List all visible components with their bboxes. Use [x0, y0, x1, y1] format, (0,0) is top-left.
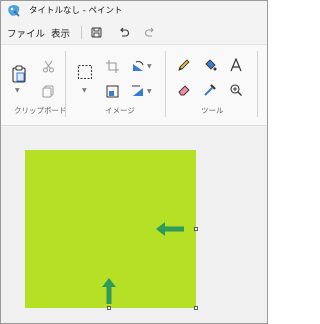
canvas-resize-handle-bottom[interactable] — [107, 306, 111, 310]
flip-dropdown-chevron-icon[interactable]: ▼ — [147, 88, 152, 95]
group-label-image: イメージ — [105, 106, 135, 115]
up-arrow-icon — [102, 278, 116, 304]
group-label-clipboard: クリップボード — [14, 106, 67, 115]
magnifier-icon[interactable] — [227, 81, 245, 99]
menu-separator — [81, 26, 82, 39]
canvas-resize-handle-corner[interactable] — [194, 306, 198, 310]
select-dropdown-chevron-icon[interactable]: ▼ — [82, 87, 87, 94]
group-separator — [165, 51, 166, 117]
left-arrow-icon — [156, 222, 184, 236]
select-icon[interactable] — [75, 62, 95, 82]
save-icon[interactable] — [86, 23, 106, 41]
redo-icon[interactable] — [140, 23, 160, 41]
menu-bar: ファイル 表示 — [1, 20, 267, 44]
text-icon[interactable] — [227, 56, 245, 74]
rotate-dropdown-chevron-icon[interactable]: ▼ — [147, 63, 152, 70]
title-bar: タイトルなし - ペイント — [1, 1, 267, 20]
paste-dropdown-chevron-icon[interactable]: ▼ — [15, 87, 20, 94]
paint-window: タイトルなし - ペイント ファイル 表示 ▼ クリップボード ▼ ▼ ▼ イメ… — [0, 0, 268, 324]
crop-icon[interactable] — [103, 57, 121, 75]
canvas-workspace — [1, 127, 267, 323]
pencil-icon[interactable] — [175, 56, 193, 74]
ribbon: ▼ クリップボード ▼ ▼ ▼ イメージ ツール — [1, 44, 267, 126]
group-separator — [65, 51, 66, 117]
rotate-icon[interactable] — [129, 57, 147, 75]
color-picker-icon[interactable] — [201, 81, 219, 99]
fill-icon[interactable] — [201, 56, 219, 74]
undo-icon[interactable] — [114, 23, 134, 41]
cut-icon[interactable] — [39, 57, 57, 75]
menu-file[interactable]: ファイル — [7, 26, 45, 40]
flip-icon[interactable] — [129, 82, 147, 100]
menu-view[interactable]: 表示 — [51, 26, 70, 40]
copy-icon[interactable] — [39, 82, 57, 100]
eraser-icon[interactable] — [175, 81, 193, 99]
resize-icon[interactable] — [103, 82, 121, 100]
paste-icon[interactable] — [9, 63, 29, 85]
group-separator — [257, 51, 258, 117]
group-label-tools: ツール — [201, 106, 224, 115]
paint-app-icon — [7, 3, 21, 17]
canvas-resize-handle-right[interactable] — [194, 227, 198, 231]
window-title: タイトルなし - ペイント — [29, 6, 123, 16]
